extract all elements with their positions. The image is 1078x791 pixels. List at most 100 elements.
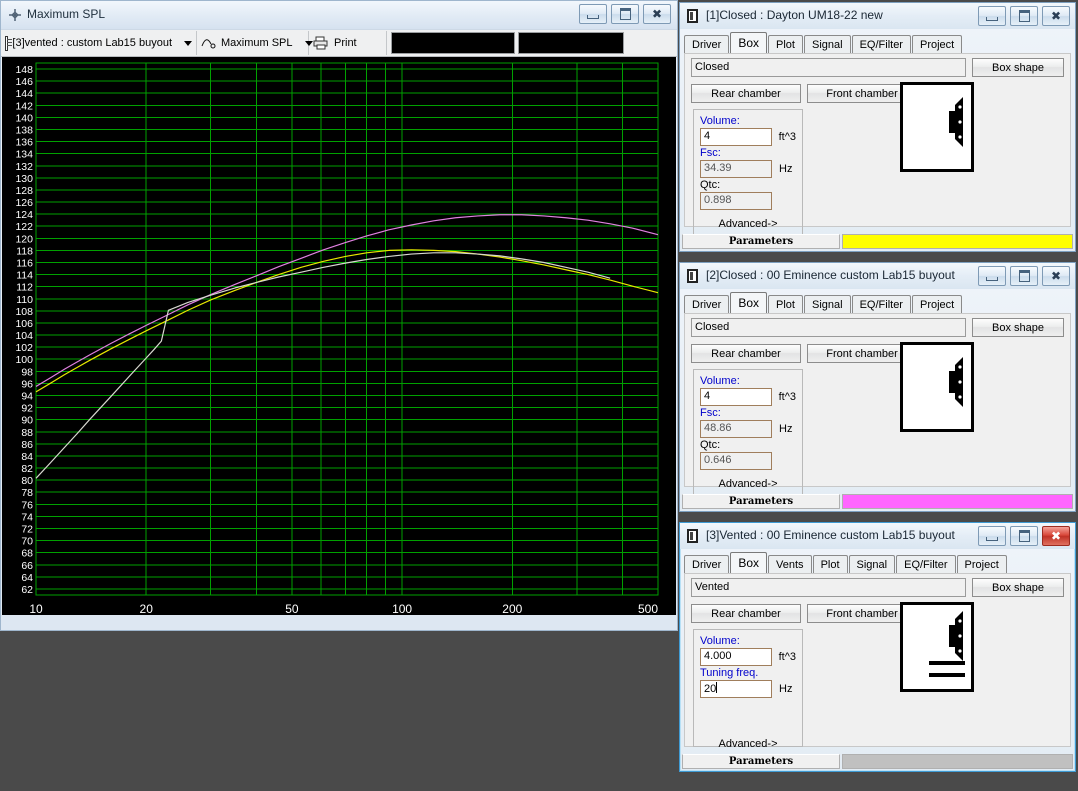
window-1-title-bar[interactable]: [1]Closed : Dayton UM18-22 new ✖ — [680, 3, 1075, 29]
window-3-status-label: Parameters — [682, 754, 840, 769]
tab-signal[interactable]: Signal — [804, 35, 851, 53]
advanced-button-3[interactable]: Advanced-> — [700, 738, 796, 750]
curve-icon — [201, 37, 217, 49]
window-3-status-color — [842, 754, 1073, 769]
tab-eq-filter[interactable]: EQ/Filter — [851, 35, 911, 53]
window-2-status-label: Parameters — [682, 494, 840, 509]
svg-text:146: 146 — [15, 76, 33, 88]
volume-input-2[interactable]: 4 — [700, 388, 772, 406]
svg-text:50: 50 — [285, 602, 299, 615]
tab-box-2[interactable]: Box — [730, 292, 768, 313]
tab-eq-filter-3[interactable]: EQ/Filter — [896, 555, 956, 573]
window-2-rear-chamber-group: Volume: 4 ft^3 Fsc: 48.86 Hz Qtc: 0.646 Ad… — [693, 369, 803, 497]
tab-box[interactable]: Box — [730, 32, 768, 53]
tab-signal-3[interactable]: Signal — [848, 555, 896, 573]
spl-title-bar[interactable]: Maximum SPL ✖ — [1, 1, 677, 30]
volume-input-3[interactable]: 4.000 — [700, 648, 772, 666]
svg-text:104: 104 — [15, 330, 33, 342]
volume-label-3: Volume: — [700, 635, 740, 647]
box-type-field[interactable]: Closed — [691, 58, 966, 77]
box-type-field-2[interactable]: Closed — [691, 318, 966, 337]
box-shape-button[interactable]: Box shape — [972, 58, 1064, 77]
svg-text:144: 144 — [15, 88, 33, 100]
svg-text:114: 114 — [16, 270, 33, 282]
readout-pane-2 — [518, 32, 624, 54]
rear-chamber-button-3[interactable]: Rear chamber — [691, 604, 801, 623]
svg-text:76: 76 — [21, 499, 33, 511]
svg-text:118: 118 — [16, 245, 33, 257]
window-3-close-button[interactable]: ✖ — [1042, 526, 1070, 546]
window-1-box-panel: Closed Box shape Rear chamber Front cham… — [684, 53, 1071, 237]
tab-driver-2[interactable]: Driver — [684, 295, 730, 313]
window-1-status-bar: Parameters — [682, 234, 1073, 249]
plot-type-value: Maximum SPL — [221, 37, 293, 49]
window-2-close-button[interactable]: ✖ — [1042, 266, 1070, 286]
tab-signal-2[interactable]: Signal — [804, 295, 851, 313]
svg-text:148: 148 — [15, 64, 33, 76]
volume-label-2: Volume: — [700, 375, 740, 387]
window-1-status-color — [842, 234, 1073, 249]
project-combo[interactable]: [3]vented : custom Lab15 buyout — [1, 31, 197, 55]
qtc-label: Qtc: — [700, 179, 721, 191]
window-2-status-bar: Parameters — [682, 494, 1073, 509]
window-1-rear-chamber-group: Volume: 4 ft^3 Fsc: 34.39 Hz Qtc: 0.898 Ad… — [693, 109, 803, 237]
tab-plot-2[interactable]: Plot — [768, 295, 803, 313]
spl-minimize-button[interactable] — [579, 4, 607, 24]
box-type-field-3[interactable]: Vented — [691, 578, 966, 597]
window-1-minimize-button[interactable] — [978, 6, 1006, 26]
window-1-maximize-button[interactable] — [1010, 6, 1038, 26]
spl-close-button[interactable]: ✖ — [643, 4, 671, 24]
box-shape-button-2[interactable]: Box shape — [972, 318, 1064, 337]
tab-eq-filter-2[interactable]: EQ/Filter — [851, 295, 911, 313]
tab-project-3[interactable]: Project — [956, 555, 1007, 573]
tab-driver[interactable]: Driver — [684, 35, 730, 53]
plot-type-combo[interactable]: Maximum SPL — [197, 31, 313, 55]
tab-vents-3[interactable]: Vents — [768, 555, 812, 573]
tab-plot[interactable]: Plot — [768, 35, 803, 53]
window-3-maximize-button[interactable] — [1010, 526, 1038, 546]
window-3-title-bar[interactable]: [3]Vented : 00 Eminence custom Lab15 buy… — [680, 523, 1075, 549]
rear-chamber-button-2[interactable]: Rear chamber — [691, 344, 801, 363]
window-3-minimize-button[interactable] — [978, 526, 1006, 546]
tab-project[interactable]: Project — [911, 35, 963, 53]
spl-maximize-button[interactable] — [611, 4, 639, 24]
svg-text:116: 116 — [16, 258, 33, 270]
svg-text:136: 136 — [15, 137, 33, 149]
tab-box-3[interactable]: Box — [730, 552, 768, 573]
advanced-button[interactable]: Advanced-> — [700, 218, 796, 230]
window-2-controls: ✖ — [978, 266, 1070, 286]
tab-project-2[interactable]: Project — [911, 295, 963, 313]
maximum-spl-window: Maximum SPL ✖ [3]vented : custom Lab15 b… — [0, 0, 678, 631]
speaker-doc-icon — [687, 9, 698, 23]
window-3-chamber-buttons: Rear chamber Front chamber — [691, 604, 1064, 623]
spl-chart[interactable]: 148 146 144 142 140 138 136 134 132 130 128 126 124 1… — [2, 57, 676, 615]
window-2-title-bar[interactable]: [2]Closed : 00 Eminence custom Lab15 buy… — [680, 263, 1075, 289]
window-2-title: [2]Closed : 00 Eminence custom Lab15 buy… — [706, 268, 955, 282]
print-button[interactable]: Print — [309, 31, 387, 55]
qtc-label-2: Qtc: — [700, 439, 721, 451]
svg-text:130: 130 — [15, 173, 33, 185]
window-2-maximize-button[interactable] — [1010, 266, 1038, 286]
window-3-title: [3]Vented : 00 Eminence custom Lab15 buy… — [706, 528, 955, 542]
spl-window-controls: ✖ — [579, 4, 671, 24]
tuning-freq-label: Tuning freq. — [700, 667, 759, 679]
window-1-close-button[interactable]: ✖ — [1042, 6, 1070, 26]
volume-input[interactable]: 4 — [700, 128, 772, 146]
qtc-input: 0.898 — [700, 192, 772, 210]
svg-text:78: 78 — [21, 487, 33, 499]
tab-plot-3[interactable]: Plot — [812, 555, 848, 573]
print-label: Print — [334, 37, 357, 49]
advanced-button-2[interactable]: Advanced-> — [700, 478, 796, 490]
box-shape-preview-2 — [900, 342, 974, 432]
fsc-label-2: Fsc: — [700, 407, 721, 419]
window-1-status-label: Parameters — [682, 234, 840, 249]
tuning-freq-value: 20 — [704, 683, 717, 695]
rear-chamber-button[interactable]: Rear chamber — [691, 84, 801, 103]
tuning-freq-input[interactable]: 20 — [700, 680, 772, 698]
svg-text:72: 72 — [21, 524, 33, 536]
box-shape-button-3[interactable]: Box shape — [972, 578, 1064, 597]
window-2-minimize-button[interactable] — [978, 266, 1006, 286]
spl-window-title: Maximum SPL — [27, 7, 106, 21]
tab-driver-3[interactable]: Driver — [684, 555, 730, 573]
svg-text:90: 90 — [21, 415, 33, 427]
